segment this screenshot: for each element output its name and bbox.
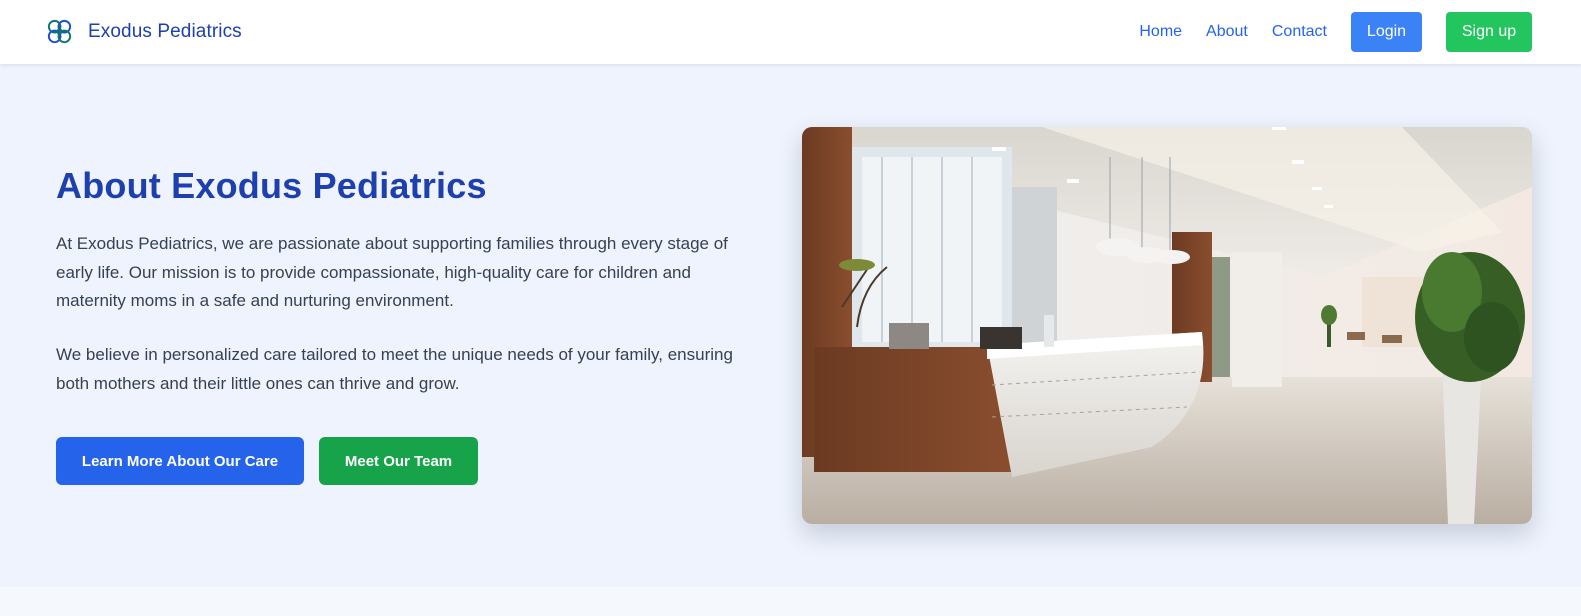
meet-team-button[interactable]: Meet Our Team [319,437,478,485]
nav-link-home[interactable]: Home [1139,12,1182,52]
next-section-edge [0,587,1581,616]
brand-name[interactable]: Exodus Pediatrics [88,21,242,43]
brand[interactable]: Exodus Pediatrics [44,16,242,47]
page-title: About Exodus Pediatrics [56,165,487,206]
about-paragraph-belief: We believe in personalized care tailored… [56,345,733,393]
clover-logo-icon [47,19,72,44]
login-button[interactable]: Login [1351,12,1422,52]
about-hero-section: About Exodus Pediatrics At Exodus Pediat… [0,64,1581,587]
nav-link-contact[interactable]: Contact [1272,12,1327,52]
nav-link-about[interactable]: About [1206,12,1248,52]
clinic-reception-photo [802,127,1532,524]
signup-button[interactable]: Sign up [1446,12,1532,52]
about-paragraph-mission: At Exodus Pediatrics, we are passionate … [56,234,728,310]
site-header: Exodus Pediatrics Home About Contact Log… [0,0,1581,64]
main-nav: Home About Contact Login Sign up [1139,12,1532,52]
clinic-reception-illustration [802,127,1532,524]
learn-more-button[interactable]: Learn More About Our Care [56,437,304,485]
